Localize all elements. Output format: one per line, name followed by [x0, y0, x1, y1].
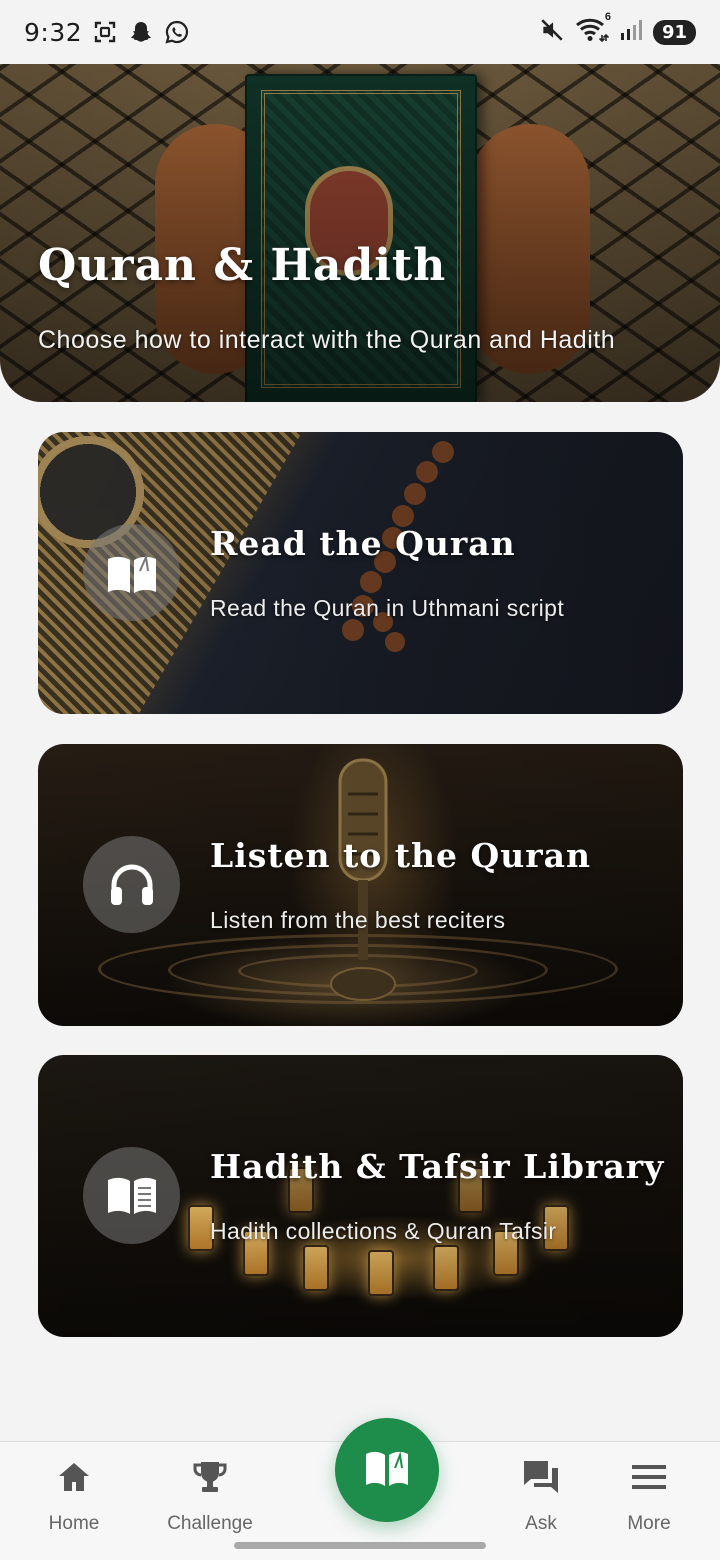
nav-label-home: Home [48, 1513, 100, 1534]
card-title: Read the Quran [210, 524, 516, 563]
card-subtitle: Read the Quran in Uthmani script [210, 595, 565, 621]
snapchat-icon [128, 19, 154, 45]
nav-ask[interactable]: Ask [481, 1442, 601, 1542]
hadith-tafsir-card[interactable]: Hadith & Tafsir Library Hadith collectio… [38, 1055, 683, 1337]
page-title: Quran & Hadith [38, 240, 447, 291]
status-time: 9:32 [24, 17, 83, 47]
battery-indicator: 91 [652, 19, 696, 45]
open-book-icon [83, 524, 180, 621]
screenshot-icon [92, 19, 118, 45]
read-quran-card[interactable]: Read the Quran Read the Quran in Uthmani… [38, 432, 683, 714]
nav-label-ask: Ask [525, 1513, 557, 1534]
nav-challenge[interactable]: Challenge [150, 1442, 270, 1542]
wifi-badge: 6 [604, 10, 611, 23]
home-icon [57, 1458, 91, 1496]
wifi-icon: 6 [575, 11, 611, 48]
status-left: 9:32 [24, 18, 190, 47]
listen-quran-card[interactable]: Listen to the Quran Listen from the best… [38, 744, 683, 1026]
quran-fab-button[interactable] [335, 1418, 439, 1522]
whatsapp-icon [164, 19, 190, 45]
mute-icon [539, 17, 565, 48]
card-title: Listen to the Quran [210, 836, 592, 875]
nav-label-challenge: Challenge [167, 1513, 253, 1534]
headphones-icon [83, 836, 180, 933]
book-text-icon [83, 1147, 180, 1244]
menu-icon [632, 1458, 666, 1496]
quran-book-icon [364, 1448, 410, 1493]
signal-icon [619, 18, 643, 47]
nav-label-more: More [627, 1513, 671, 1534]
page-subtitle: Choose how to interact with the Quran an… [38, 326, 616, 354]
status-right: 6 91 [539, 11, 696, 48]
nav-more[interactable]: More [589, 1442, 709, 1542]
chat-icon [522, 1458, 560, 1496]
card-subtitle: Listen from the best reciters [210, 907, 506, 933]
trophy-icon [193, 1458, 227, 1496]
screen: 9:32 6 91 Quran & Hadith Choose how to i… [0, 0, 720, 1560]
card-subtitle: Hadith collections & Quran Tafsir [210, 1218, 557, 1244]
hero-banner: Quran & Hadith Choose how to interact wi… [0, 64, 720, 402]
home-indicator[interactable] [234, 1542, 486, 1549]
card-title: Hadith & Tafsir Library [210, 1147, 665, 1186]
nav-home[interactable]: Home [14, 1442, 134, 1542]
status-bar: 9:32 6 91 [0, 0, 720, 64]
